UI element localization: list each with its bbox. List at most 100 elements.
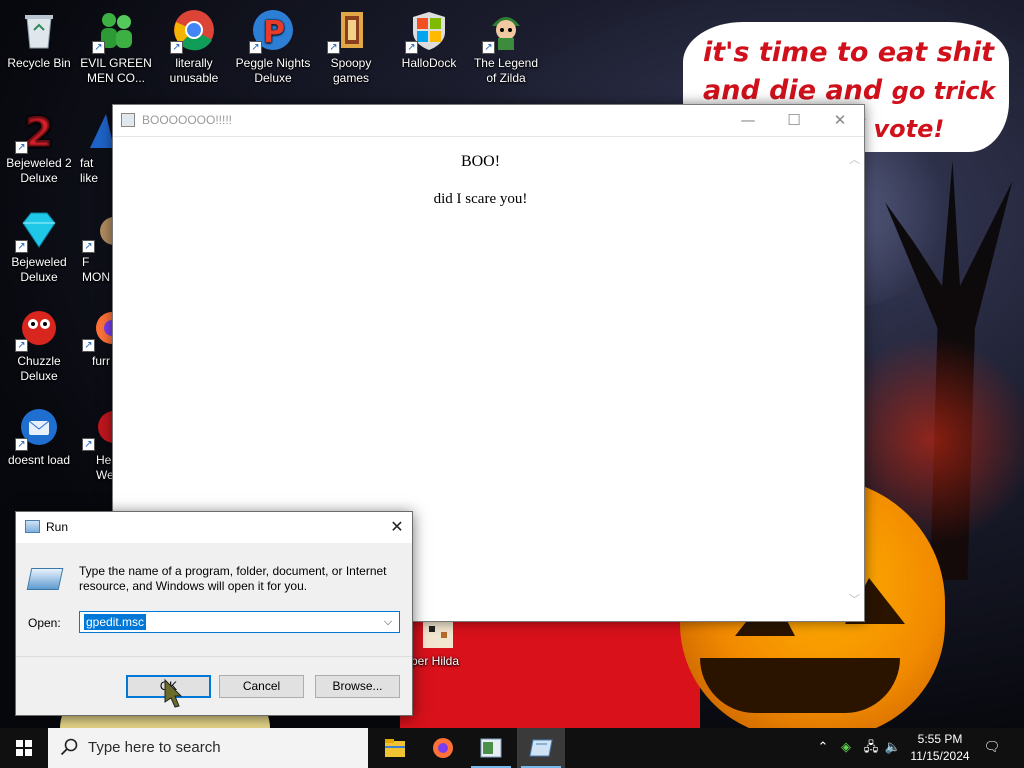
chevron-up-icon[interactable]: ⌃ bbox=[814, 728, 832, 768]
minimize-button[interactable]: — bbox=[725, 105, 771, 136]
boo-titlebar[interactable]: BOOOOOOO!!!!! — ☐ ✕ bbox=[113, 105, 864, 137]
windows-logo-icon: ↗ bbox=[405, 8, 451, 54]
desktop-icon-he-we[interactable]: ↗ He We bbox=[78, 405, 114, 483]
desktop-icon-label: fat like bbox=[80, 156, 99, 185]
boo-text: did I scare you! bbox=[433, 191, 528, 207]
run-close-button[interactable]: ✕ bbox=[382, 512, 412, 543]
boo-heading: BOO! bbox=[460, 153, 501, 170]
run-titlebar[interactable]: Run ✕ bbox=[16, 512, 412, 543]
run-title: Run bbox=[46, 520, 69, 534]
file-explorer-icon bbox=[385, 739, 405, 757]
speech-line-1: it's time to eat shit bbox=[703, 37, 995, 68]
app-icon bbox=[84, 108, 114, 152]
run-app-icon bbox=[25, 520, 40, 533]
cancel-button[interactable]: Cancel bbox=[219, 675, 304, 698]
desktop-icon-bejeweled[interactable]: ↗ Bejeweled Deluxe bbox=[1, 207, 77, 285]
desktop-icon-fat-like[interactable]: fat like bbox=[78, 108, 114, 186]
cursor-icon bbox=[164, 678, 183, 708]
thunderbird-icon: ↗ bbox=[15, 405, 61, 451]
network-icon[interactable]: 🖧 bbox=[860, 728, 882, 768]
browse-button-label: Browse... bbox=[332, 679, 383, 693]
clock-date: 11/15/2024 bbox=[910, 749, 970, 763]
taskbar-notepad[interactable] bbox=[467, 728, 515, 768]
desktop-icon-label: The Legend of Zilda bbox=[473, 56, 539, 85]
clock-time: 5:55 PM bbox=[917, 732, 963, 746]
desktop-icon-bejeweled-2[interactable]: 2 ↗ Bejeweled 2 Deluxe bbox=[1, 108, 77, 186]
app-icon: ↗ bbox=[82, 405, 114, 451]
recycle-bin-icon bbox=[17, 8, 61, 52]
desktop-icon-label: He We bbox=[96, 453, 114, 482]
open-input[interactable]: gpedit.msc ⌵ bbox=[79, 611, 400, 633]
firefox-icon: ↗ bbox=[82, 306, 114, 352]
desktop-icon-furr[interactable]: ↗ furr bbox=[78, 306, 114, 369]
firefox-icon bbox=[433, 738, 453, 758]
notification-icon[interactable]: 🗨 bbox=[980, 728, 1004, 768]
scroll-up-arrow-icon[interactable]: ︿ bbox=[849, 151, 860, 167]
desktop-icon-label: Bejeweled 2 Deluxe bbox=[6, 156, 72, 185]
chevron-down-icon[interactable]: ⌵ bbox=[380, 613, 396, 631]
hilda-icon bbox=[415, 618, 455, 650]
close-button[interactable]: ✕ bbox=[817, 105, 863, 136]
scroll-down-arrow-icon[interactable]: ﹀ bbox=[849, 591, 860, 607]
desktop-icon-peggle-nights[interactable]: P ↗ Peggle Nights Deluxe bbox=[235, 8, 311, 86]
search-icon bbox=[60, 738, 78, 756]
taskbar-run[interactable] bbox=[517, 728, 565, 768]
desktop-icon-label: Spoopy games bbox=[330, 56, 372, 85]
desktop-icon-literally-unusable[interactable]: ↗ literally unusable bbox=[156, 8, 232, 86]
desktop-icon-evil-green-men[interactable]: ↗ EVIL GREEN MEN CO... bbox=[78, 8, 154, 86]
svg-text:P: P bbox=[263, 15, 285, 50]
desktop-icon-label: Chuzzle Deluxe bbox=[17, 354, 61, 383]
browse-button[interactable]: Browse... bbox=[315, 675, 400, 698]
speech-line-2a: and die and bbox=[703, 75, 883, 106]
desktop-icon-hallodock[interactable]: ↗ HalloDock bbox=[391, 8, 467, 71]
notepad-icon bbox=[480, 738, 502, 758]
desktop-icon-doesnt-load[interactable]: ↗ doesnt load bbox=[1, 405, 77, 468]
desktop-icon-label: EVIL GREEN MEN CO... bbox=[80, 56, 152, 85]
run-description: Type the name of a program, folder, docu… bbox=[79, 564, 387, 593]
taskbar-search[interactable]: Type here to search bbox=[48, 728, 368, 768]
folder-icon: ↗ bbox=[327, 8, 373, 54]
taskbar-firefox[interactable] bbox=[419, 728, 467, 768]
windows-logo-icon bbox=[16, 740, 32, 756]
desktop-icon-hilda[interactable]: per Hilda bbox=[405, 618, 465, 669]
svg-text:2: 2 bbox=[25, 110, 53, 152]
green-men-icon: ↗ bbox=[92, 8, 138, 54]
desktop-icon-label: F MON bbox=[82, 255, 110, 284]
app-icon: ↗ bbox=[82, 207, 114, 253]
start-button[interactable] bbox=[0, 728, 48, 768]
desktop-icon-legend-of-zilda[interactable]: ↗ The Legend of Zilda bbox=[468, 8, 544, 86]
desktop-icon-label: Recycle Bin bbox=[7, 56, 71, 70]
chrome-icon: ↗ bbox=[170, 8, 216, 54]
maximize-button[interactable]: ☐ bbox=[771, 105, 817, 136]
desktop-icon-label: doesnt load bbox=[7, 453, 71, 467]
desktop-icon-spoopy-games[interactable]: ↗ Spoopy games bbox=[313, 8, 389, 86]
boo-content: BOO! did I scare you! bbox=[113, 138, 848, 208]
bejeweled2-icon: 2 ↗ bbox=[15, 108, 61, 157]
desktop-icon-chuzzle[interactable]: ↗ Chuzzle Deluxe bbox=[1, 306, 77, 384]
taskbar-file-explorer[interactable] bbox=[371, 728, 419, 768]
run-icon bbox=[26, 568, 64, 590]
desktop-icon-label: furr bbox=[92, 354, 110, 368]
desktop-icon-label: literally unusable bbox=[169, 56, 219, 85]
run-dialog: Run ✕ Type the name of a program, folder… bbox=[15, 511, 413, 716]
speech-line-2b: go trick bbox=[891, 77, 996, 105]
cancel-button-label: Cancel bbox=[242, 679, 281, 693]
clock[interactable]: 5:55 PM 11/15/2024 bbox=[904, 731, 976, 765]
boo-window-title: BOOOOOOO!!!!! bbox=[142, 113, 233, 127]
search-placeholder: Type here to search bbox=[88, 739, 221, 756]
desktop-icon-recycle-bin[interactable]: Recycle Bin bbox=[1, 8, 77, 71]
run-icon bbox=[529, 739, 553, 757]
zilda-icon: ↗ bbox=[482, 8, 528, 54]
taskbar: Type here to search ⌃ ◈ 🖧 🔈 5:55 PM 11/1… bbox=[0, 728, 1024, 768]
open-label: Open: bbox=[28, 616, 61, 630]
security-icon[interactable]: ◈ bbox=[836, 728, 856, 768]
desktop-icon-label: per Hilda bbox=[410, 654, 460, 668]
desktop-icon-label: HalloDock bbox=[401, 56, 457, 70]
desktop-icon-f-mon[interactable]: ↗ F MON bbox=[78, 207, 114, 285]
open-input-value[interactable]: gpedit.msc bbox=[84, 614, 147, 630]
chuzzle-icon: ↗ bbox=[15, 306, 61, 352]
window-app-icon bbox=[121, 113, 135, 127]
diamond-icon: ↗ bbox=[15, 207, 61, 253]
volume-icon[interactable]: 🔈 bbox=[882, 728, 904, 768]
peggle-icon: P ↗ bbox=[249, 8, 295, 54]
